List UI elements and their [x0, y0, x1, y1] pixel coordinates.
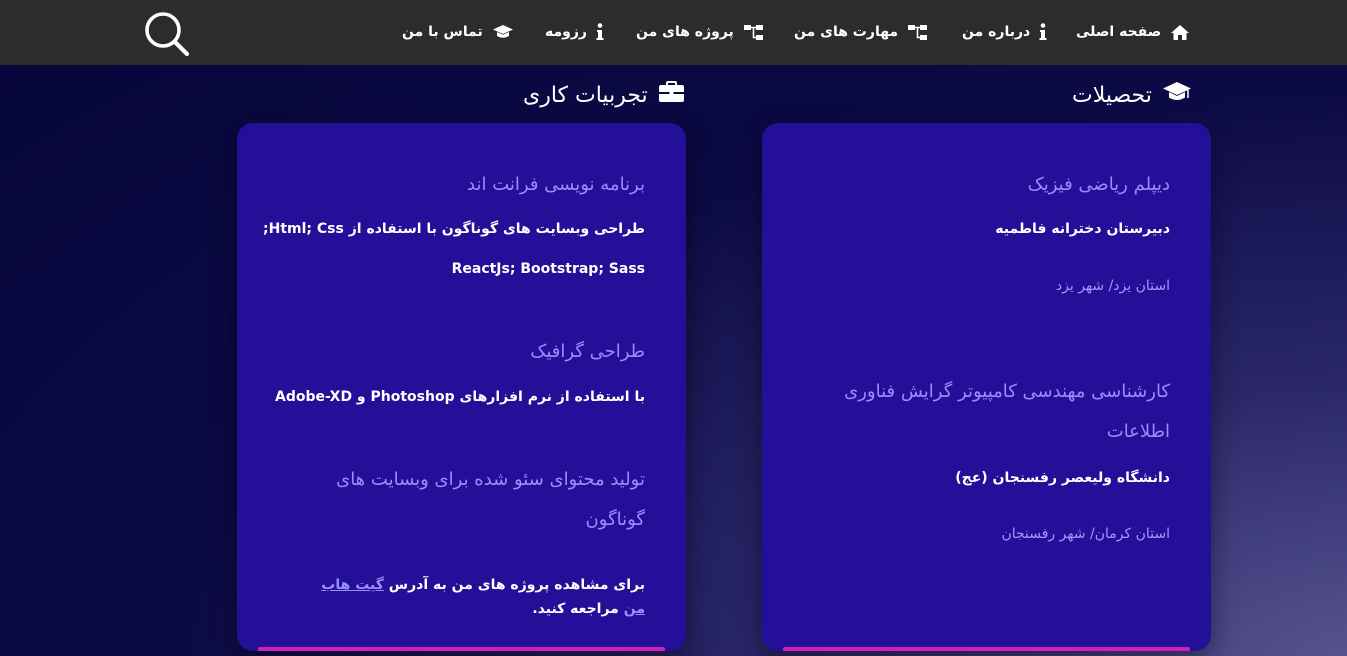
experience-title: تجربیات کاری — [523, 80, 685, 110]
nav-skills[interactable]: مهارت های من — [794, 20, 928, 44]
education-title-label: تحصیلات — [1072, 82, 1152, 108]
education-2-degree: کارشناسی مهندسی کامپیوتر گرایش فناوری اط… — [844, 381, 1170, 442]
home-icon — [1170, 24, 1190, 41]
nav-about-label: درباره من — [962, 24, 1031, 40]
nav-projects[interactable]: پروژه های من — [636, 20, 764, 44]
nav-about[interactable]: درباره من — [962, 20, 1047, 44]
experience-2-title: طراحی گرافیک — [530, 341, 645, 362]
experience-3-text-before: برای مشاهده پروژه های من به آدرس — [388, 577, 645, 593]
nav-projects-label: پروژه های من — [636, 24, 734, 40]
graduation-cap-icon — [1162, 81, 1192, 109]
search-icon — [145, 12, 190, 57]
education-2-location: استان کرمان/ شهر رفسنجان — [1001, 526, 1170, 542]
experience-3-title: تولید محتوای سئو شده برای وبسایت های گون… — [336, 469, 645, 530]
education-1-degree: دیپلم ریاضی فیزیک — [1027, 174, 1170, 195]
nav-resume[interactable]: رزومه — [545, 20, 604, 44]
nav-home-label: صفحه اصلی — [1076, 24, 1162, 40]
experience-3-text: برای مشاهده پروژه های من به آدرس گیت هاب… — [310, 573, 645, 621]
education-1-school: دبیرستان دخترانه فاطمیه — [995, 221, 1170, 237]
nav-contact-label: تماس با من — [402, 24, 483, 40]
experience-2-line1: با استفاده از نرم افزارهای Photoshop و A… — [274, 389, 645, 405]
info-icon — [596, 23, 604, 41]
nav-contact[interactable]: تماس با من — [402, 20, 514, 44]
experience-1-title: برنامه نویسی فرانت اند — [467, 174, 645, 195]
briefcase-icon — [658, 81, 685, 109]
experience-card: برنامه نویسی فرانت اند طراحی وبسایت های … — [237, 123, 686, 651]
education-2-school: دانشگاه ولیعصر رفسنجان (عج) — [955, 470, 1170, 486]
card-accent-bar — [783, 647, 1190, 651]
card-accent-bar — [258, 647, 665, 651]
sitemap-icon — [743, 24, 764, 41]
nav-skills-label: مهارت های من — [794, 24, 899, 40]
experience-1-line2: ReactJs; Bootstrap; Sass — [451, 261, 645, 277]
sitemap-icon — [907, 24, 928, 41]
experience-1-line1: طراحی وبسایت های گوناگون با استفاده از H… — [263, 221, 645, 237]
graduation-cap-icon — [492, 24, 514, 40]
search-button[interactable] — [143, 11, 191, 57]
nav-resume-label: رزومه — [545, 24, 587, 40]
experience-title-label: تجربیات کاری — [523, 82, 648, 108]
education-1-location: استان یزد/ شهر یزد — [1055, 278, 1170, 294]
education-card: دیپلم ریاضی فیزیک دبیرستان دخترانه فاطمی… — [762, 123, 1211, 651]
education-title: تحصیلات — [1072, 80, 1192, 110]
top-navbar: صفحه اصلی درباره من مهارت های من پروژه ه… — [0, 0, 1347, 65]
info-icon — [1039, 23, 1047, 41]
experience-3-text-after: مراجعه کنید. — [532, 601, 619, 617]
nav-home[interactable]: صفحه اصلی — [1076, 20, 1190, 44]
